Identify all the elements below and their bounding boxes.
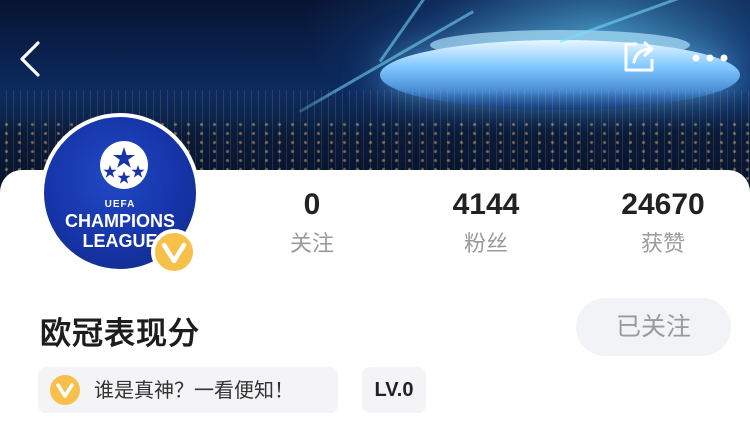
more-dots-icon [692, 54, 728, 62]
likes-count: 24670 [621, 188, 705, 221]
fans-label: 粉丝 [463, 232, 508, 257]
stat-likes[interactable]: 24670 获赞 [608, 188, 718, 258]
verified-small-icon [50, 375, 80, 405]
profile-page: UEFA CHAMPIONS LEAGUE 0 关注 4144 粉丝 24670… [0, 0, 750, 434]
back-button[interactable] [16, 40, 44, 78]
chevron-left-icon [20, 41, 40, 77]
logo-text-uefa: UEFA [104, 199, 136, 210]
share-button[interactable] [622, 40, 656, 74]
verified-v-icon [161, 242, 187, 264]
starball-logo-icon [100, 141, 148, 189]
more-button[interactable] [690, 46, 730, 70]
share-icon [624, 41, 654, 72]
motto-tag: 谁是真神？一看便知！ [38, 367, 338, 413]
stat-fans[interactable]: 4144 粉丝 [436, 188, 536, 258]
profile-name: 欧冠表现分 [40, 316, 200, 352]
following-count: 0 [303, 188, 321, 221]
fans-count: 4144 [452, 188, 520, 221]
likes-label: 获赞 [640, 232, 685, 257]
followed-button[interactable]: 已关注 [576, 298, 731, 356]
level-badge: LV.0 [362, 367, 426, 413]
stat-following[interactable]: 0 关注 [262, 188, 362, 258]
verified-badge [151, 229, 197, 275]
following-label: 关注 [289, 232, 334, 257]
motto-text: 谁是真神？一看便知！ [94, 378, 294, 402]
